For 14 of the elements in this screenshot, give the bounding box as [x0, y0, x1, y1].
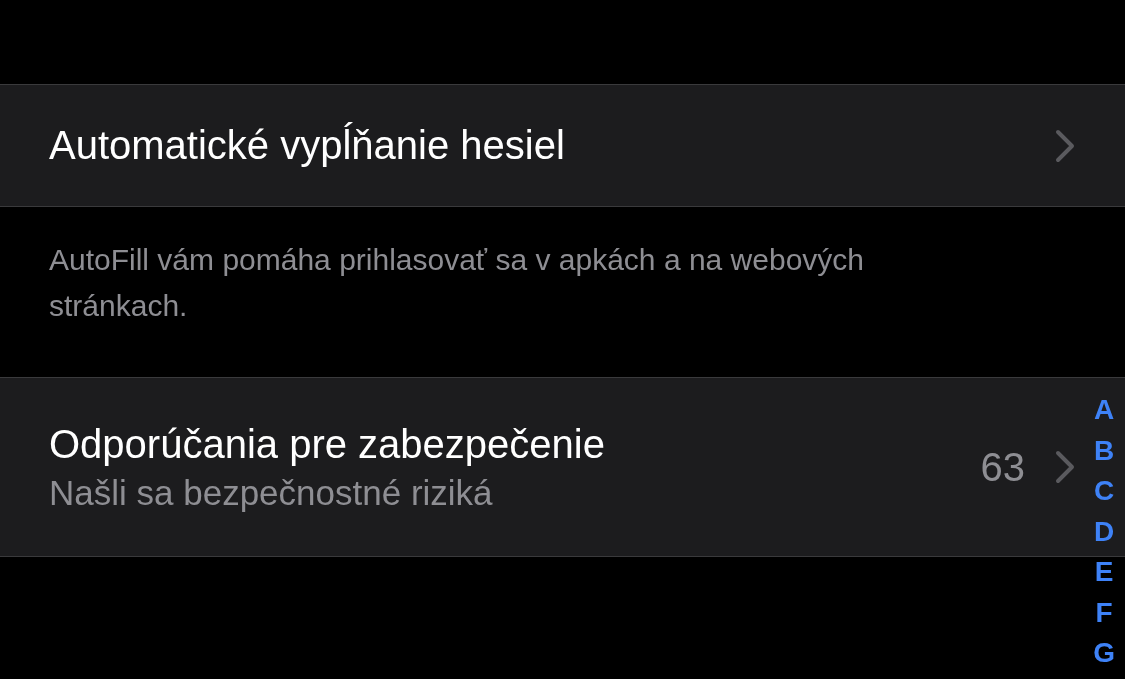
row-title: Odporúčania pre zabezpečenie — [49, 421, 606, 467]
settings-row[interactable]: Automatické vypĺňanie hesiel — [0, 84, 1125, 207]
chevron-icon — [1055, 128, 1075, 163]
index-letter[interactable]: G — [1093, 633, 1115, 674]
index-letter[interactable]: D — [1094, 511, 1115, 552]
index-letter[interactable]: A — [1094, 390, 1115, 431]
section-footer: AutoFill vám pomáha prihlasovať sa v apkách a na webových stránkach. — [0, 207, 1125, 377]
index-letter[interactable]: F — [1095, 592, 1113, 633]
row-title: Automatické vypĺňanie hesiel — [49, 123, 566, 168]
chevron-icon — [1055, 450, 1075, 484]
index-letter[interactable]: B — [1094, 430, 1115, 471]
row-subtitle: Našli sa bezpečnostné riziká — [49, 472, 494, 513]
index-letter[interactable]: C — [1094, 471, 1115, 512]
row-count: 63 — [980, 444, 1025, 490]
